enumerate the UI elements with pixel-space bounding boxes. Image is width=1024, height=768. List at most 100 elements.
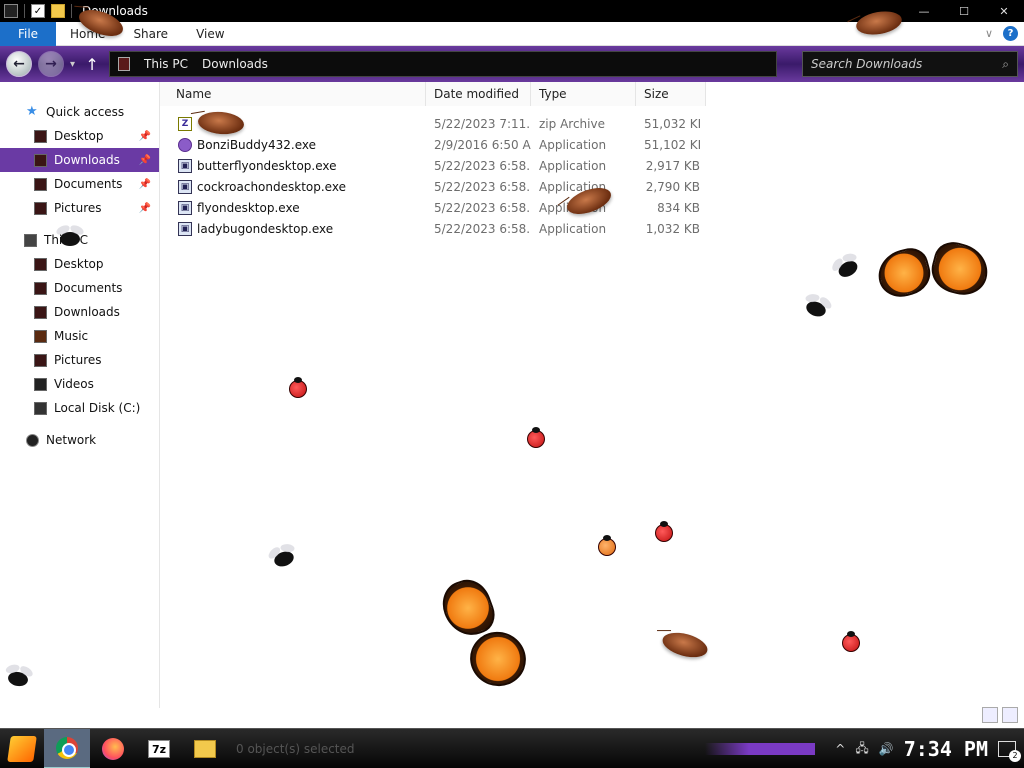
- notification-count: 2: [1009, 750, 1021, 762]
- breadcrumb-this-pc[interactable]: This PC: [144, 57, 188, 71]
- taskbar-firefox[interactable]: [90, 729, 136, 768]
- documents-icon: [34, 281, 47, 295]
- clock[interactable]: 7:34 PM: [904, 737, 988, 761]
- sidebar-item-network[interactable]: Network: [0, 428, 159, 452]
- tab-file[interactable]: File: [0, 21, 56, 46]
- sevenzip-icon: 7z: [148, 740, 170, 758]
- column-header-type[interactable]: Type: [531, 82, 636, 106]
- file-name-cell: ▣ cockroachondesktop.exe: [160, 179, 426, 194]
- table-row[interactable]: Z 5/22/2023 7:11... zip Archive 51,032 K…: [160, 113, 700, 134]
- breadcrumb-downloads[interactable]: Downloads: [202, 57, 268, 71]
- pictures-icon: [34, 201, 47, 215]
- column-headers: Name Date modified Type Size: [160, 82, 1024, 106]
- table-row[interactable]: ▣ butterflyondesktop.exe 5/22/2023 6:58.…: [160, 155, 700, 176]
- sidebar-item-pc-desktop[interactable]: Desktop: [0, 252, 159, 276]
- column-header-date[interactable]: Date modified: [426, 82, 531, 106]
- file-size: 51,102 KB: [644, 137, 700, 152]
- firefox-icon: [102, 738, 124, 760]
- column-header-size[interactable]: Size: [636, 82, 706, 106]
- search-icon[interactable]: ⌕: [1002, 57, 1009, 72]
- sidebar-item-pictures[interactable]: Pictures 📌: [0, 196, 159, 220]
- taskbar-chrome[interactable]: [44, 729, 90, 768]
- sidebar-item-pc-documents[interactable]: Documents: [0, 276, 159, 300]
- sidebar-item-label: Documents: [54, 281, 123, 295]
- volume-icon[interactable]: 🔊: [879, 742, 894, 756]
- file-size: 51,032 KB: [644, 116, 700, 131]
- pictures-icon: [34, 353, 47, 367]
- table-row[interactable]: ▣ cockroachondesktop.exe 5/22/2023 6:58.…: [160, 176, 700, 197]
- search-input[interactable]: Search Downloads ⌕: [802, 51, 1018, 77]
- sidebar-item-label: This PC: [44, 233, 88, 247]
- downloads-icon: [34, 153, 47, 167]
- file-name-cell: ▣ flyondesktop.exe: [160, 200, 426, 215]
- sidebar-item-pc-music[interactable]: Music: [0, 324, 159, 348]
- sidebar-item-quick-access[interactable]: ★ Quick access: [0, 100, 159, 124]
- sidebar-item-label: Quick access: [46, 105, 125, 119]
- navigation-bar: ← → ▾ ↑ This PC Downloads Search Downloa…: [0, 46, 1024, 82]
- sidebar-item-pc-downloads[interactable]: Downloads: [0, 300, 159, 324]
- new-folder-icon[interactable]: [51, 4, 65, 18]
- sidebar-item-this-pc[interactable]: This PC: [0, 228, 159, 252]
- sidebar-item-desktop[interactable]: Desktop 📌: [0, 124, 159, 148]
- tab-share[interactable]: Share: [119, 27, 182, 41]
- pin-icon[interactable]: 📌: [139, 131, 151, 142]
- up-button[interactable]: ↑: [81, 55, 103, 74]
- properties-icon[interactable]: ✓: [31, 4, 45, 18]
- table-row[interactable]: BonziBuddy432.exe 2/9/2016 6:50 AM Appli…: [160, 134, 700, 155]
- tab-home[interactable]: Home: [56, 27, 119, 41]
- sidebar-item-pc-videos[interactable]: Videos: [0, 372, 159, 396]
- tab-view[interactable]: View: [182, 27, 238, 41]
- file-name: ladybugondesktop.exe: [197, 221, 334, 236]
- sidebar-item-downloads[interactable]: Downloads 📌: [0, 148, 159, 172]
- file-size: 2,790 KB: [645, 179, 700, 194]
- table-row[interactable]: ▣ flyondesktop.exe 5/22/2023 6:58... App…: [160, 197, 700, 218]
- sidebar-item-pc-local-disk[interactable]: Local Disk (C:): [0, 396, 159, 420]
- large-icons-view-icon[interactable]: [1002, 707, 1018, 723]
- forward-button[interactable]: →: [38, 51, 64, 77]
- tray-overflow-icon[interactable]: ^: [835, 742, 845, 756]
- pin-icon[interactable]: 📌: [139, 155, 151, 166]
- app-icon: ▣: [178, 200, 192, 215]
- back-button[interactable]: ←: [6, 51, 32, 77]
- separator: [24, 4, 25, 18]
- file-name-cell: BonziBuddy432.exe: [160, 137, 426, 152]
- file-type: Application: [539, 200, 607, 215]
- taskbar-file-explorer[interactable]: [182, 729, 228, 768]
- sidebar-item-documents[interactable]: Documents 📌: [0, 172, 159, 196]
- table-row[interactable]: ▣ ladybugondesktop.exe 5/22/2023 6:58...…: [160, 218, 700, 239]
- file-date: 5/22/2023 6:58...: [434, 221, 531, 236]
- maximize-button[interactable]: ☐: [944, 0, 984, 22]
- sidebar-item-label: Pictures: [54, 201, 102, 215]
- file-type: zip Archive: [539, 116, 605, 131]
- app-icon[interactable]: [4, 4, 18, 18]
- start-button[interactable]: [0, 729, 44, 768]
- taskbar: 7z 0 object(s) selected ^ 🖧 🔊 7:34 PM 2: [0, 728, 1024, 768]
- sidebar-item-pc-pictures[interactable]: Pictures: [0, 348, 159, 372]
- column-header-name[interactable]: Name: [160, 82, 426, 106]
- minimize-button[interactable]: —: [904, 0, 944, 22]
- pin-icon[interactable]: 📌: [139, 179, 151, 190]
- desktop-icon: [34, 129, 47, 143]
- app-icon: ▣: [178, 221, 192, 236]
- details-view-icon[interactable]: [982, 707, 998, 723]
- notification-icon[interactable]: 2: [998, 741, 1021, 762]
- sidebar-item-label: Music: [54, 329, 89, 343]
- pin-icon[interactable]: 📌: [139, 203, 151, 214]
- help-icon[interactable]: ?: [1003, 26, 1018, 41]
- expand-ribbon-icon[interactable]: ∨: [985, 27, 993, 40]
- music-icon: [34, 329, 47, 343]
- folder-icon: [194, 740, 216, 758]
- file-date: 5/22/2023 6:58...: [434, 158, 531, 173]
- taskbar-7zip[interactable]: 7z: [136, 729, 182, 768]
- recent-locations-icon[interactable]: ▾: [70, 59, 75, 70]
- file-name: BonziBuddy432.exe: [197, 137, 316, 152]
- this-pc-icon: [118, 57, 131, 71]
- address-bar[interactable]: This PC Downloads: [109, 51, 778, 77]
- network-status-icon[interactable]: 🖧: [855, 739, 868, 760]
- close-button[interactable]: ✕: [984, 0, 1024, 22]
- network-icon: [26, 433, 39, 447]
- file-size: 1,032 KB: [645, 221, 700, 236]
- file-name-cell: ▣ butterflyondesktop.exe: [160, 158, 426, 173]
